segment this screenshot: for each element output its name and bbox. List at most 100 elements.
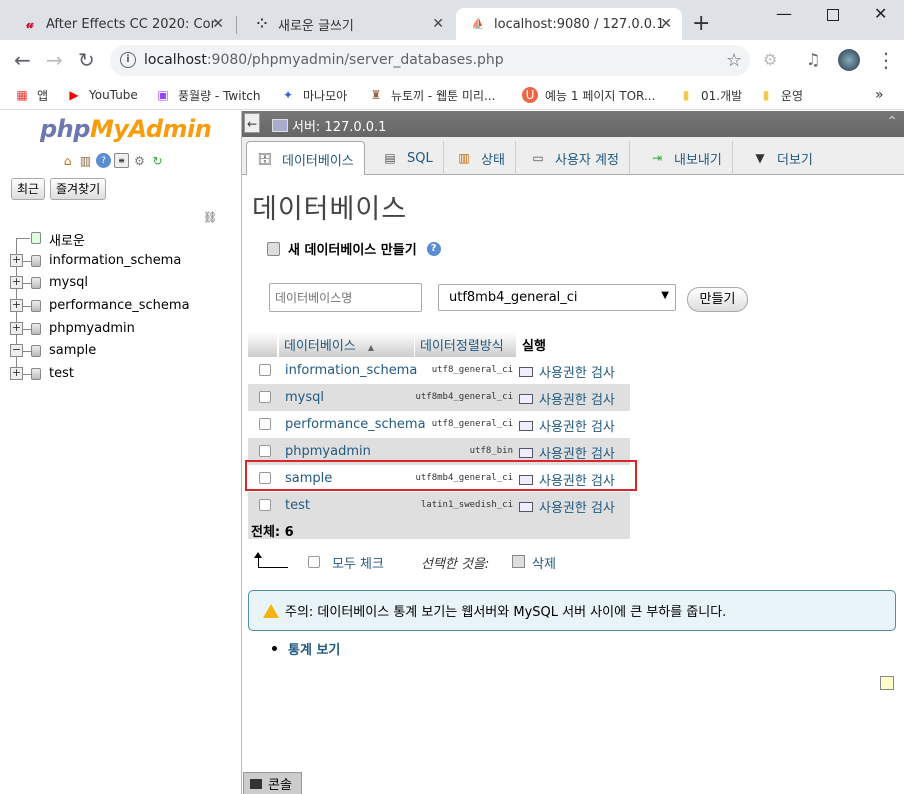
bookmark-apps[interactable]: ▦ 앱	[14, 85, 48, 105]
help-icon[interactable]: ?	[426, 241, 441, 256]
check-all-label[interactable]: 모두 체크	[332, 553, 384, 572]
expand-plus-icon[interactable]: +	[10, 322, 23, 335]
menu-dots-icon[interactable]: ⋮	[876, 49, 896, 71]
site-info-icon[interactable]: i	[120, 52, 136, 68]
database-name-link[interactable]: performance_schema	[285, 417, 426, 432]
row-checkbox[interactable]	[259, 418, 271, 430]
collation-select[interactable]: utf8mb4_general_ci ▼	[438, 284, 676, 311]
check-privileges-link[interactable]: 사용권한 검사	[519, 389, 615, 408]
database-name-link[interactable]: mysql	[285, 390, 324, 405]
warning-icon	[263, 603, 279, 618]
collapse-minus-icon[interactable]: −	[10, 344, 23, 357]
row-checkbox[interactable]	[259, 391, 271, 403]
tab-more[interactable]: ▼ 더보기	[742, 141, 823, 175]
more-bookmarks-icon[interactable]: »	[875, 85, 884, 105]
docs-icon[interactable]: ≡	[114, 153, 129, 168]
check-all-checkbox[interactable]	[308, 556, 320, 568]
bookmark-folder-ops[interactable]: ▮ 운영	[758, 85, 803, 105]
tree-item-information-schema[interactable]: + information_schema	[0, 250, 240, 272]
bookmark-twitch[interactable]: ▣ 풍월량 - Twitch	[155, 85, 260, 105]
tree-item-label: test	[49, 366, 74, 381]
window-close-button[interactable]: ✕	[874, 4, 887, 23]
database-name-input[interactable]	[269, 283, 422, 312]
tree-item-performance-schema[interactable]: + performance_schema	[0, 295, 240, 317]
recent-button[interactable]: 최근	[11, 178, 46, 200]
row-checkbox[interactable]	[259, 445, 271, 457]
maximize-button[interactable]	[827, 9, 839, 21]
collapse-top-icon[interactable]: ⌃	[886, 114, 898, 130]
home-icon[interactable]: ⌂	[60, 153, 75, 168]
tree-item-sample[interactable]: − sample	[0, 340, 240, 362]
header-collation[interactable]: 데이터정렬방식	[415, 332, 517, 357]
address-bar[interactable]: i localhost:9080/phpmyadmin/server_datab…	[110, 45, 750, 76]
tree-item-mysql[interactable]: + mysql	[0, 272, 240, 294]
tree-item-test[interactable]: + test	[0, 363, 240, 385]
header-database[interactable]: 데이터베이스 ▲	[279, 332, 415, 357]
check-privileges-link[interactable]: 사용권한 검사	[519, 362, 615, 381]
expand-plus-icon[interactable]: +	[10, 276, 23, 289]
chevron-down-icon: ▼	[755, 151, 765, 165]
new-tab-button[interactable]: +	[692, 12, 710, 36]
favorites-button[interactable]: 즐겨찾기	[50, 178, 107, 200]
bookmark-star-icon[interactable]: ☆	[726, 50, 742, 71]
tab-user-accounts[interactable]: ▭ 사용자 계정	[520, 141, 630, 175]
extension-icon[interactable]: ⚙	[763, 49, 777, 71]
bookmark-manamoa[interactable]: ✦ 마나모아	[280, 85, 347, 105]
browser-tab-after-effects[interactable]: 𝓊 After Effects CC 2020: Comple ✕	[8, 8, 234, 40]
browser-tab-phpmyadmin[interactable]: ⛵ localhost:9080 / 127.0.0.1 | ph ✕	[456, 8, 682, 40]
tab-label: SQL	[407, 150, 433, 166]
database-name-link[interactable]: phpmyadmin	[285, 444, 371, 459]
sort-ascending-icon[interactable]: ▲	[368, 343, 374, 352]
tree-item-label: information_schema	[49, 253, 182, 268]
tree-line	[23, 306, 31, 307]
collapse-nav-arrow-icon[interactable]: ←	[244, 113, 260, 133]
create-database-heading: 새 데이터베이스 만들기 ?	[267, 239, 441, 258]
with-selected-label: 선택한 것을:	[421, 557, 490, 572]
tree-item-phpmyadmin[interactable]: + phpmyadmin	[0, 318, 240, 340]
bookmark-newtoki[interactable]: ♜ 뉴토끼 - 웹툰 미리...	[368, 85, 496, 105]
delete-icon[interactable]	[512, 555, 525, 568]
tab-sql[interactable]: ▤ SQL	[372, 141, 444, 175]
console-toggle[interactable]: 콘솔	[243, 772, 302, 794]
delete-link[interactable]: 삭제	[532, 553, 556, 572]
row-checkbox[interactable]	[259, 499, 271, 511]
tab-databases[interactable]: 🗄 데이터베이스	[246, 141, 365, 176]
check-privileges-link[interactable]: 사용권한 검사	[519, 416, 615, 435]
check-privileges-link[interactable]: 사용권한 검사	[519, 497, 615, 516]
tree-item-new[interactable]: 새로운	[0, 227, 240, 249]
bookmark-torrent[interactable]: U 예능 1 페이지 TOR...	[522, 85, 655, 105]
close-tab-icon[interactable]: ✕	[660, 16, 672, 32]
media-control-icon[interactable]: ♫	[806, 49, 820, 71]
help-icon[interactable]: ?	[96, 153, 111, 168]
tab-export[interactable]: ⇥ 내보내기	[639, 141, 733, 175]
navigation-panel: phpMyAdmin ⌂ ▥ ? ≡ ⚙ ↻ 최근 즐겨찾기 ⛓ 새로운 + i…	[0, 111, 242, 794]
close-tab-icon[interactable]: ✕	[212, 16, 224, 32]
profile-avatar-icon[interactable]	[838, 49, 860, 71]
logout-icon[interactable]: ▥	[78, 153, 93, 168]
bookmark-folder-dev[interactable]: ▮ 01.개발	[678, 85, 742, 105]
browser-tab-tistory[interactable]: ⁘ 새로운 글쓰기 ✕	[240, 8, 454, 40]
create-button[interactable]: 만들기	[687, 287, 748, 312]
settings-gear-icon[interactable]: ⚙	[132, 153, 147, 168]
enable-statistics-link[interactable]: 통계 보기	[272, 639, 340, 658]
database-name-link[interactable]: test	[285, 498, 310, 513]
expand-plus-icon[interactable]: +	[10, 299, 23, 312]
bookmark-youtube[interactable]: ▶ YouTube	[66, 85, 137, 105]
back-arrow-icon[interactable]: ←	[14, 49, 31, 71]
server-breadcrumb[interactable]: 서버: 127.0.0.1	[272, 116, 386, 135]
link-chain-icon[interactable]: ⛓	[203, 211, 217, 224]
check-privileges-label: 사용권한 검사	[539, 501, 615, 516]
database-name-link[interactable]: information_schema	[285, 363, 417, 378]
phpmyadmin-logo[interactable]: phpMyAdmin	[40, 115, 212, 143]
close-tab-icon[interactable]: ✕	[432, 16, 444, 32]
console-label: 콘솔	[268, 778, 292, 793]
reload-nav-icon[interactable]: ↻	[150, 153, 165, 168]
row-checkbox[interactable]	[259, 364, 271, 376]
minimize-button[interactable]: —	[776, 4, 792, 23]
forward-arrow-icon[interactable]: →	[46, 49, 63, 71]
reload-icon[interactable]: ↻	[78, 49, 95, 71]
tab-status[interactable]: ▥ 상태	[446, 141, 516, 175]
expand-plus-icon[interactable]: +	[10, 254, 23, 267]
page-settings-icon[interactable]	[880, 676, 894, 690]
expand-plus-icon[interactable]: +	[10, 367, 23, 380]
